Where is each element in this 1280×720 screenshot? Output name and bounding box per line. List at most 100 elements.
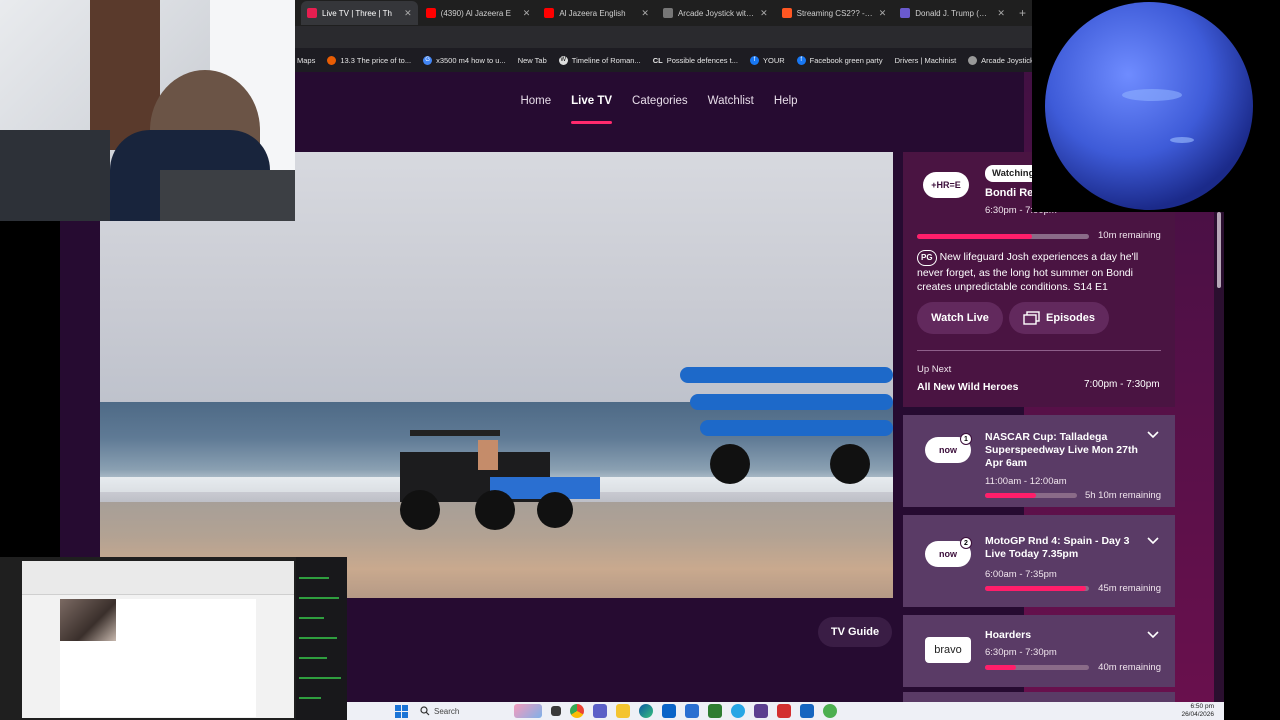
bookmark-item[interactable]: Drivers | Machinist — [895, 56, 957, 65]
tab-favicon-icon — [900, 8, 911, 18]
browser-tab[interactable]: Arcade Joystick with M ✕ — [657, 1, 774, 25]
divider — [917, 350, 1161, 351]
bookmark-item[interactable]: W Timeline of Roman... — [558, 55, 641, 65]
bookmark-item[interactable]: 13.3 The price of to... — [327, 55, 412, 65]
time-remaining: 45m remaining — [1098, 583, 1161, 594]
bookmarks-bar: Maps 13.3 The price of to... Gx3500 m4 h… — [295, 48, 1032, 72]
channel-logo: bravo — [925, 637, 971, 663]
close-icon[interactable]: ✕ — [879, 8, 887, 19]
edge-icon[interactable] — [639, 704, 653, 718]
nav-categories[interactable]: Categories — [632, 95, 688, 125]
address-bar[interactable] — [295, 26, 1032, 48]
channel-logo: +HR=E — [923, 172, 969, 198]
telegram-icon[interactable] — [731, 704, 745, 718]
widgets-icon[interactable] — [514, 704, 542, 718]
bookmark-item[interactable]: f YOUR — [749, 55, 785, 65]
close-icon[interactable]: ✕ — [760, 8, 768, 19]
progress-fill — [985, 586, 1086, 591]
app-icon[interactable] — [777, 704, 791, 718]
channel-number-badge: 1 — [960, 433, 972, 445]
app-icon[interactable] — [708, 704, 722, 718]
system-clock[interactable]: 6:50 pm 26/04/2026 — [1181, 703, 1214, 719]
bookmark-item[interactable]: Arcade Joystick w — [968, 55, 1032, 65]
obs-icon[interactable] — [754, 704, 768, 718]
progress-bar — [985, 493, 1077, 498]
chevron-down-icon[interactable] — [1147, 535, 1159, 547]
store-icon[interactable] — [685, 704, 699, 718]
bookmark-item[interactable]: Gx3500 m4 how to u... — [423, 55, 506, 65]
nav-home[interactable]: Home — [520, 95, 551, 125]
outlook-icon[interactable] — [662, 704, 676, 718]
clock-date: 26/04/2026 — [1181, 711, 1214, 718]
bookmark-label: x3500 m4 how to u... — [436, 55, 506, 65]
nav-help[interactable]: Help — [774, 95, 798, 125]
bookmark-item[interactable]: New Tab — [518, 56, 547, 65]
bookmark-label: New Tab — [517, 55, 547, 65]
channel-card[interactable]: bravo Hoarders 6:30pm - 7:30pm 40m remai… — [903, 615, 1175, 687]
chat-line — [299, 677, 341, 679]
tv-guide-button[interactable]: TV Guide — [818, 617, 892, 647]
programme-time: 6:00am - 7:35pm — [985, 569, 1057, 580]
taskbar-search[interactable]: Search — [420, 706, 510, 716]
bookmark-label: Possible defences t... — [666, 55, 738, 65]
chat-panel — [296, 557, 347, 720]
close-icon[interactable]: ✕ — [997, 8, 1005, 19]
teams-icon[interactable] — [593, 704, 607, 718]
bookmark-item[interactable]: Maps — [297, 56, 315, 65]
desktop: Live TV | Three | Th ✕ (4390) Al Jazeera … — [0, 0, 1280, 720]
chat-line — [299, 617, 324, 619]
bookmark-label: Arcade Joystick w — [981, 55, 1032, 65]
chat-line — [299, 657, 327, 659]
tab-title: (4390) Al Jazeera E — [440, 8, 511, 18]
bookmark-label: Maps — [297, 55, 316, 65]
bookmark-label: 13.3 The price of to... — [340, 55, 412, 65]
progress-fill — [917, 234, 1033, 239]
episodes-icon — [1023, 311, 1040, 325]
browser-tab[interactable]: Donald J. Trump (@rea ✕ — [894, 1, 1011, 25]
browser-tab[interactable]: Streaming CS2?? - No ✕ — [776, 1, 893, 25]
episodes-button[interactable]: Episodes — [1009, 302, 1109, 334]
close-icon[interactable]: ✕ — [641, 8, 649, 19]
progress-fill — [985, 665, 1017, 670]
time-remaining: 10m remaining — [1098, 230, 1161, 241]
chevron-down-icon[interactable] — [1147, 429, 1159, 441]
chrome-icon[interactable] — [570, 704, 584, 718]
close-icon[interactable]: ✕ — [523, 8, 531, 19]
progress-fill — [985, 493, 1036, 498]
description-text: New lifeguard Josh experiences a day he'… — [917, 251, 1139, 293]
close-icon[interactable]: ✕ — [404, 8, 412, 19]
tab-favicon-icon — [544, 8, 555, 18]
channel-card[interactable]: now 2 MotoGP Rnd 4: Spain - Day 3 Live T… — [903, 515, 1175, 607]
bookmark-item[interactable]: f Facebook green party — [796, 55, 883, 65]
tab-favicon-icon — [662, 8, 673, 18]
scrollbar[interactable] — [1214, 212, 1224, 702]
pasted-image — [60, 599, 116, 641]
chat-line — [299, 697, 321, 699]
progress-bar — [917, 234, 1089, 239]
programme-description: PG New lifeguard Josh experiences a day h… — [917, 250, 1165, 294]
browser-tab[interactable]: Live TV | Three | Th ✕ — [301, 1, 418, 25]
bookmark-item[interactable]: CL Possible defences t... — [653, 56, 738, 65]
channel-card[interactable] — [903, 692, 1175, 702]
windows-start-icon[interactable] — [395, 704, 408, 718]
photos-icon[interactable] — [800, 704, 814, 718]
browser-tab[interactable]: Al Jazeera English ✕ — [538, 1, 655, 25]
time-remaining: 5h 10m remaining — [1084, 490, 1161, 501]
bookmark-label: Facebook green party — [809, 55, 883, 65]
browser-tab[interactable]: (4390) Al Jazeera E ✕ — [420, 1, 537, 25]
file-explorer-icon[interactable] — [616, 704, 630, 718]
watch-live-button[interactable]: Watch Live — [917, 302, 1003, 334]
app-icon[interactable] — [823, 704, 837, 718]
task-view-icon[interactable] — [551, 706, 561, 716]
nav-watchlist[interactable]: Watchlist — [708, 95, 754, 125]
bookmark-icon — [968, 55, 978, 65]
nav-live-tv[interactable]: Live TV — [571, 95, 612, 125]
channel-card[interactable]: now 1 NASCAR Cup: Talladega Superspeedwa… — [903, 415, 1175, 507]
programme-title: NASCAR Cup: Talladega Superspeedway Live… — [985, 431, 1138, 469]
monitor-image — [160, 170, 295, 221]
programme-time: 11:00am - 12:00am — [985, 476, 1067, 487]
episodes-label: Episodes — [1046, 312, 1095, 324]
new-tab-icon[interactable]: + — [1013, 6, 1032, 20]
scrollbar-thumb[interactable] — [1217, 212, 1221, 288]
chevron-down-icon[interactable] — [1147, 629, 1159, 641]
